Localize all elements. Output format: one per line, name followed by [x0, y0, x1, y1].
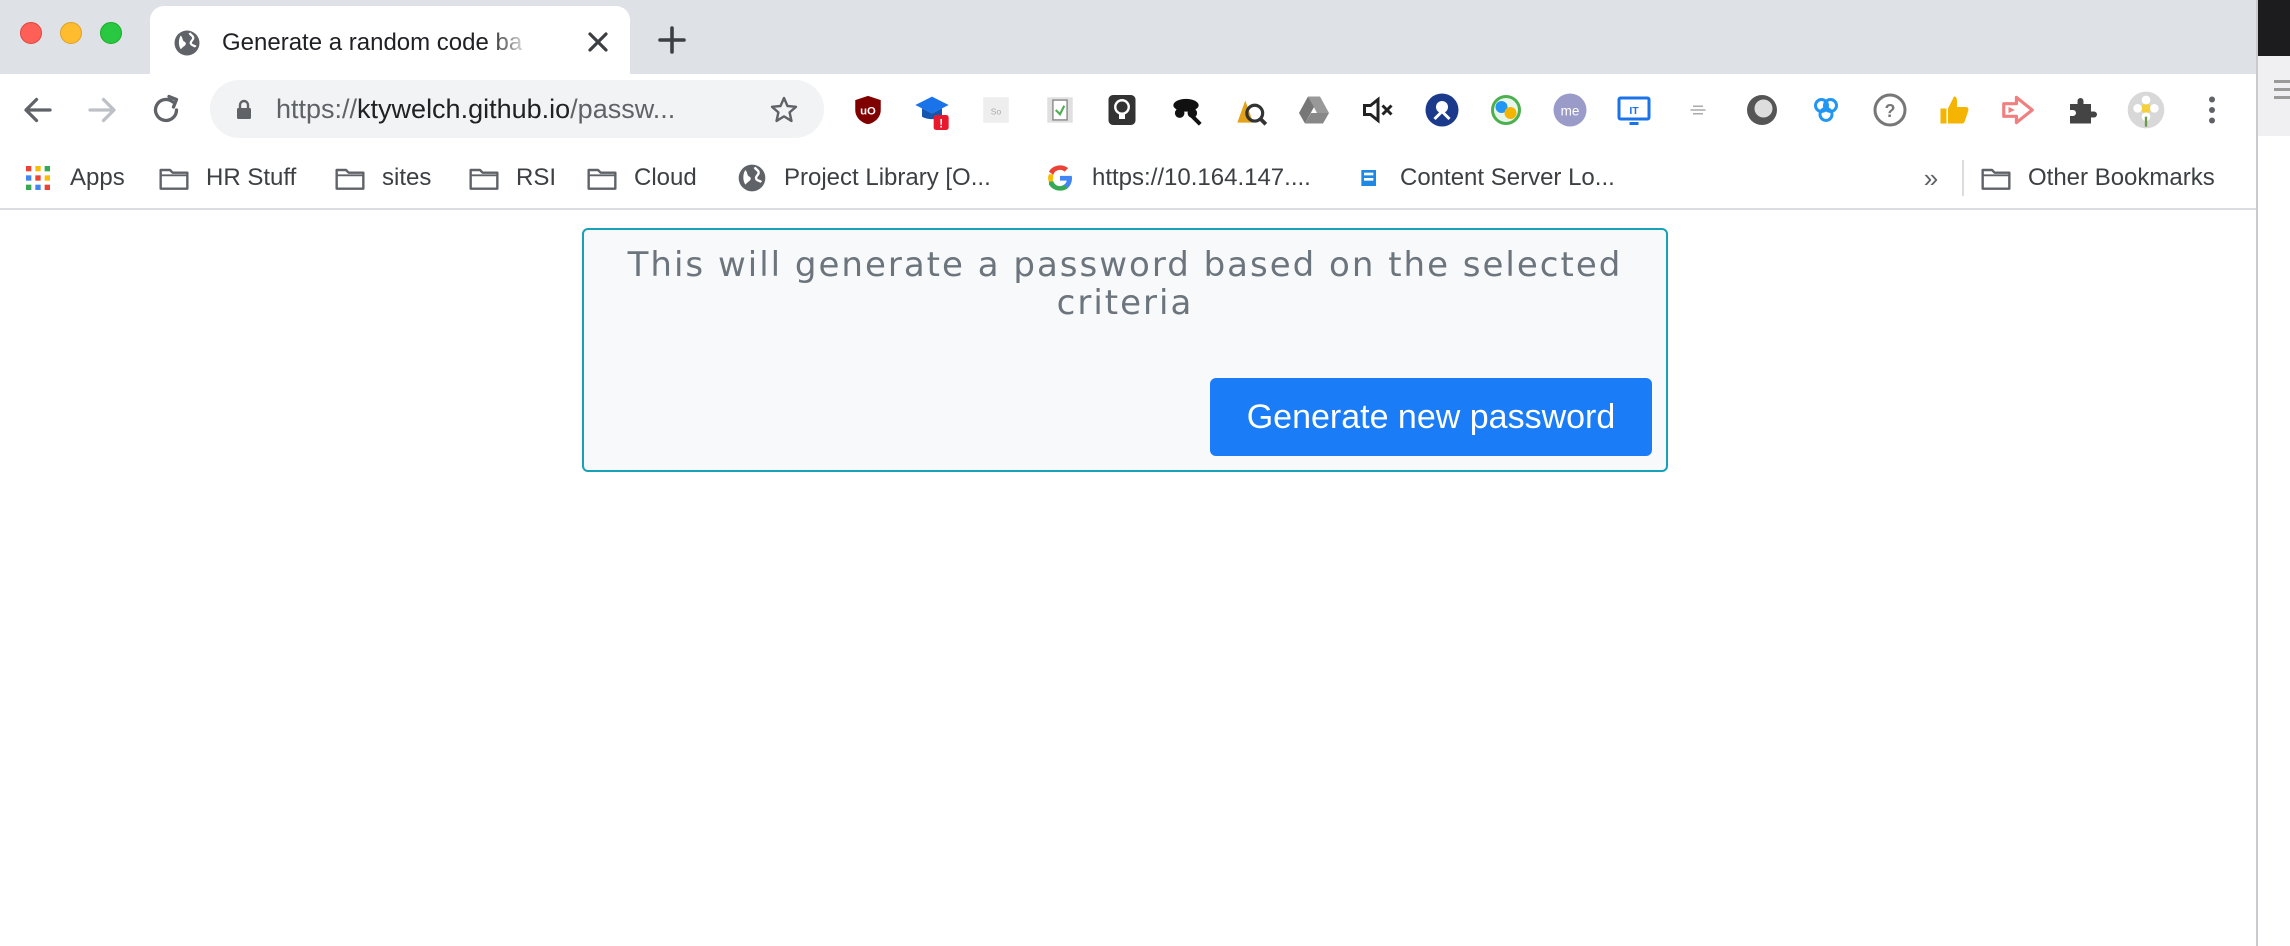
server-icon: [1361, 170, 1376, 186]
graduation-cap-icon[interactable]: !: [912, 90, 952, 130]
url-text[interactable]: https://ktywelch.github.io/passw...: [276, 92, 746, 126]
generate-password-button[interactable]: Generate new password: [1210, 378, 1652, 456]
tab-strip: Generate a random code based on selected…: [0, 0, 2256, 74]
folder-icon: [1981, 168, 2011, 190]
minimize-window-button[interactable]: [60, 22, 82, 44]
mute-icon[interactable]: [1358, 90, 1398, 130]
bookmarks-bar: Apps HR Stuff sites RSI Cloud Project Li…: [0, 146, 2256, 210]
thumbs-up-icon[interactable]: [1934, 90, 1974, 130]
maximize-window-button[interactable]: [100, 22, 122, 44]
google-drive-icon[interactable]: [1294, 90, 1334, 130]
profile-avatar-icon[interactable]: [2126, 90, 2166, 130]
arrow-icon[interactable]: [1998, 90, 2038, 130]
magnifier-icon[interactable]: [1230, 90, 1270, 130]
browser-window: Generate a random code based on selected…: [0, 0, 2256, 946]
tab-title: Generate a random code based on selected…: [222, 29, 522, 56]
address-bar[interactable]: https://ktywelch.github.io/passw...: [210, 80, 824, 138]
bookmark-hr-stuff[interactable]: HR Stuff: [158, 156, 296, 200]
apps-grid-icon: [26, 166, 50, 190]
folder-icon: [335, 168, 365, 190]
new-tab-icon[interactable]: [654, 22, 690, 58]
google-icon: [1048, 165, 1072, 191]
bookmark-star-icon[interactable]: [768, 94, 800, 126]
help-icon[interactable]: ?: [1870, 90, 1910, 130]
folder-icon: [587, 168, 617, 190]
bars-icon[interactable]: [1678, 90, 1718, 130]
puzzle-icon[interactable]: [2062, 90, 2102, 130]
svg-text:?: ?: [1885, 101, 1896, 121]
spy-icon[interactable]: [1166, 90, 1206, 130]
me-icon[interactable]: me: [1550, 90, 1590, 130]
bookmark-apps[interactable]: Apps: [22, 156, 125, 200]
it-icon[interactable]: IT: [1614, 90, 1654, 130]
lightbulb-icon[interactable]: [1102, 90, 1142, 130]
bookmark-cloud[interactable]: Cloud: [586, 156, 697, 200]
bookmark-rsi[interactable]: RSI: [468, 156, 556, 200]
bookmark-sites[interactable]: sites: [334, 156, 431, 200]
globe-icon: [174, 30, 200, 56]
bookmark-project-library[interactable]: Project Library [O...: [736, 156, 991, 200]
lock-icon[interactable]: [232, 98, 256, 122]
menu-kebab-icon[interactable]: [2192, 90, 2232, 130]
bookmark-label: Project Library [O...: [784, 164, 991, 191]
grey-square-icon[interactable]: So: [976, 90, 1016, 130]
robot-icon[interactable]: [1422, 90, 1462, 130]
folder-icon: [159, 168, 189, 190]
bookmark-label: https://10.164.147....: [1092, 164, 1311, 191]
flower-icon[interactable]: [1806, 90, 1846, 130]
bookmark-label: HR Stuff: [206, 164, 297, 191]
chrome-remote-icon[interactable]: [1486, 90, 1526, 130]
close-tab-icon[interactable]: [582, 26, 614, 58]
bookmark-label: Cloud: [634, 164, 697, 191]
bookmarks-divider: [1962, 160, 1964, 196]
bookmark-content-server[interactable]: Content Server Lo...: [1352, 156, 1615, 200]
bookmark-label: Apps: [70, 164, 125, 191]
folder-icon: [469, 168, 499, 190]
ublock-icon[interactable]: uO: [848, 90, 888, 130]
bookmark-label: RSI: [516, 164, 557, 191]
bookmarks-overflow-button[interactable]: »: [1916, 160, 1946, 196]
other-bookmarks-label: Other Bookmarks: [2028, 164, 2215, 191]
globe-icon: [738, 164, 766, 192]
page-headline: This will generate a password based on t…: [627, 245, 1623, 323]
browser-toolbar: https://ktywelch.github.io/passw... uO !…: [0, 74, 2256, 146]
bookmark-ip-link[interactable]: https://10.164.147....: [1044, 156, 1311, 200]
bookmark-label: sites: [382, 164, 432, 191]
reload-icon[interactable]: [148, 92, 184, 128]
svg-text:So: So: [991, 106, 1002, 116]
svg-text:uO: uO: [860, 105, 876, 117]
active-tab[interactable]: Generate a random code based on selected…: [150, 6, 630, 74]
document-icon[interactable]: [1040, 90, 1080, 130]
adjacent-window-edge: [2256, 0, 2290, 946]
other-bookmarks[interactable]: Other Bookmarks: [1980, 156, 2215, 200]
bookmark-label: Content Server Lo...: [1400, 164, 1615, 191]
svg-text:me: me: [1561, 103, 1580, 118]
circle-icon[interactable]: [1742, 90, 1782, 130]
svg-text:IT: IT: [1629, 105, 1639, 117]
password-generator-card: This will generate a password based on t…: [582, 228, 1668, 472]
back-arrow-icon[interactable]: [20, 92, 56, 128]
forward-arrow-icon[interactable]: [84, 92, 120, 128]
close-window-button[interactable]: [20, 22, 42, 44]
svg-text:!: !: [939, 118, 943, 131]
